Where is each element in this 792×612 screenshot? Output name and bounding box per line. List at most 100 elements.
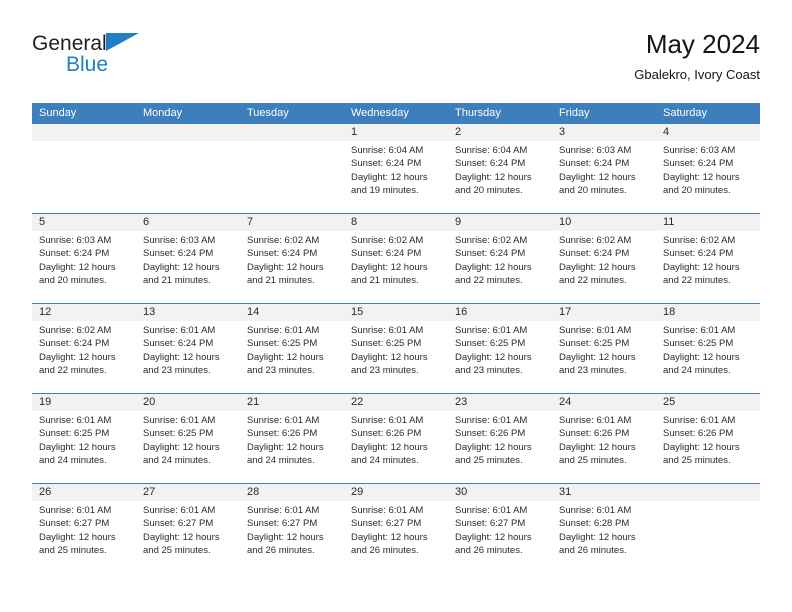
daylight-text-line1: Daylight: 12 hours — [455, 261, 532, 273]
sunset-text: Sunset: 6:25 PM — [455, 338, 526, 350]
sunset-text: Sunset: 6:26 PM — [663, 428, 734, 440]
calendar-week-row: 26 Sunrise: 6:01 AM Sunset: 6:27 PM Dayligh… — [32, 483, 760, 573]
weekday-header-monday: Monday — [143, 107, 183, 119]
day-sun-info: Sunrise: 6:01 AM Sunset: 6:27 PM Daylight:… — [136, 501, 240, 557]
calendar-day-cell[interactable]: 26 Sunrise: 6:01 AM Sunset: 6:27 PM Dayligh… — [32, 484, 136, 573]
weekday-header-wednesday: Wednesday — [351, 107, 409, 119]
calendar-day-cell[interactable]: 11 Sunrise: 6:02 AM Sunset: 6:24 PM Dayligh… — [656, 214, 760, 303]
page-subtitle: Gbalekro, Ivory Coast — [634, 67, 760, 82]
sunrise-text: Sunrise: 6:01 AM — [143, 505, 216, 516]
daylight-text-line1: Daylight: 12 hours — [247, 441, 324, 453]
calendar-day-cell[interactable]: 24 Sunrise: 6:01 AM Sunset: 6:26 PM Dayligh… — [552, 394, 656, 483]
calendar-day-cell[interactable]: 31 Sunrise: 6:01 AM Sunset: 6:28 PM Dayligh… — [552, 484, 656, 573]
sunset-text: Sunset: 6:26 PM — [351, 428, 422, 440]
weekday-header-friday: Friday — [559, 107, 590, 119]
day-number: 30 — [448, 484, 552, 501]
day-number — [136, 124, 240, 141]
calendar-day-cell[interactable]: 4 Sunrise: 6:03 AM Sunset: 6:24 PM Daylight… — [656, 124, 760, 213]
sunrise-text: Sunrise: 6:01 AM — [663, 325, 736, 336]
daylight-text-line1: Daylight: 12 hours — [559, 531, 636, 543]
day-number: 19 — [32, 394, 136, 411]
sunset-text: Sunset: 6:24 PM — [559, 158, 630, 170]
daylight-text-line1: Daylight: 12 hours — [143, 531, 220, 543]
calendar-day-cell[interactable]: 21 Sunrise: 6:01 AM Sunset: 6:26 PM Dayligh… — [240, 394, 344, 483]
page-title: May 2024 — [645, 29, 760, 59]
calendar-day-cell[interactable]: 17 Sunrise: 6:01 AM Sunset: 6:25 PM Dayligh… — [552, 304, 656, 393]
day-sun-info: Sunrise: 6:01 AM Sunset: 6:25 PM Daylight:… — [448, 321, 552, 377]
daylight-text-line1: Daylight: 12 hours — [143, 441, 220, 453]
day-sun-info: Sunrise: 6:01 AM Sunset: 6:25 PM Daylight:… — [32, 411, 136, 467]
calendar-day-cell[interactable]: 10 Sunrise: 6:02 AM Sunset: 6:24 PM Dayligh… — [552, 214, 656, 303]
day-number: 12 — [32, 304, 136, 321]
sunrise-text: Sunrise: 6:03 AM — [143, 235, 216, 246]
calendar-day-cell[interactable]: 27 Sunrise: 6:01 AM Sunset: 6:27 PM Dayligh… — [136, 484, 240, 573]
day-number: 26 — [32, 484, 136, 501]
daylight-text-line1: Daylight: 12 hours — [663, 261, 740, 273]
day-number: 28 — [240, 484, 344, 501]
sunset-text: Sunset: 6:24 PM — [351, 248, 422, 260]
calendar-day-cell[interactable]: 8 Sunrise: 6:02 AM Sunset: 6:24 PM Daylight… — [344, 214, 448, 303]
calendar-day-cell[interactable]: 25 Sunrise: 6:01 AM Sunset: 6:26 PM Dayligh… — [656, 394, 760, 483]
calendar-day-cell-empty — [240, 124, 344, 213]
calendar-day-cell[interactable]: 22 Sunrise: 6:01 AM Sunset: 6:26 PM Dayligh… — [344, 394, 448, 483]
weekday-header-row: Sunday Monday Tuesday Wednesday Thursday… — [32, 103, 760, 124]
daylight-text-line2: and 23 minutes. — [559, 364, 627, 376]
day-number: 17 — [552, 304, 656, 321]
calendar-day-cell[interactable]: 1 Sunrise: 6:04 AM Sunset: 6:24 PM Daylight… — [344, 124, 448, 213]
day-sun-info: Sunrise: 6:01 AM Sunset: 6:27 PM Daylight:… — [240, 501, 344, 557]
calendar-day-cell[interactable]: 23 Sunrise: 6:01 AM Sunset: 6:26 PM Dayligh… — [448, 394, 552, 483]
calendar-day-cell[interactable]: 3 Sunrise: 6:03 AM Sunset: 6:24 PM Daylight… — [552, 124, 656, 213]
day-number: 18 — [656, 304, 760, 321]
daylight-text-line1: Daylight: 12 hours — [663, 171, 740, 183]
generalblue-logo[interactable]: General Blue — [32, 30, 212, 86]
sunset-text: Sunset: 6:24 PM — [663, 158, 734, 170]
calendar-day-cell-empty — [656, 484, 760, 573]
day-sun-info: Sunrise: 6:01 AM Sunset: 6:26 PM Daylight:… — [240, 411, 344, 467]
calendar-day-cell[interactable]: 9 Sunrise: 6:02 AM Sunset: 6:24 PM Daylight… — [448, 214, 552, 303]
calendar-day-cell[interactable]: 30 Sunrise: 6:01 AM Sunset: 6:27 PM Dayligh… — [448, 484, 552, 573]
sunrise-text: Sunrise: 6:01 AM — [351, 325, 424, 336]
sunset-text: Sunset: 6:24 PM — [247, 248, 318, 260]
day-number: 8 — [344, 214, 448, 231]
daylight-text-line2: and 21 minutes. — [351, 274, 419, 286]
day-number: 9 — [448, 214, 552, 231]
calendar-day-cell[interactable]: 7 Sunrise: 6:02 AM Sunset: 6:24 PM Daylight… — [240, 214, 344, 303]
calendar-day-cell[interactable]: 12 Sunrise: 6:02 AM Sunset: 6:24 PM Dayligh… — [32, 304, 136, 393]
calendar-day-cell[interactable]: 14 Sunrise: 6:01 AM Sunset: 6:25 PM Dayligh… — [240, 304, 344, 393]
sunset-text: Sunset: 6:24 PM — [39, 248, 110, 260]
daylight-text-line2: and 24 minutes. — [663, 364, 731, 376]
calendar-day-cell[interactable]: 19 Sunrise: 6:01 AM Sunset: 6:25 PM Dayligh… — [32, 394, 136, 483]
calendar-week-row: 19 Sunrise: 6:01 AM Sunset: 6:25 PM Dayligh… — [32, 393, 760, 483]
calendar-day-cell[interactable]: 2 Sunrise: 6:04 AM Sunset: 6:24 PM Daylight… — [448, 124, 552, 213]
calendar-day-cell[interactable]: 15 Sunrise: 6:01 AM Sunset: 6:25 PM Dayligh… — [344, 304, 448, 393]
sunset-text: Sunset: 6:25 PM — [247, 338, 318, 350]
daylight-text-line1: Daylight: 12 hours — [247, 531, 324, 543]
sunset-text: Sunset: 6:27 PM — [143, 518, 214, 530]
sunrise-text: Sunrise: 6:01 AM — [39, 415, 112, 426]
calendar-day-cell[interactable]: 28 Sunrise: 6:01 AM Sunset: 6:27 PM Dayligh… — [240, 484, 344, 573]
daylight-text-line1: Daylight: 12 hours — [39, 441, 116, 453]
calendar-day-cell[interactable]: 18 Sunrise: 6:01 AM Sunset: 6:25 PM Dayligh… — [656, 304, 760, 393]
daylight-text-line2: and 22 minutes. — [663, 274, 731, 286]
day-sun-info: Sunrise: 6:01 AM Sunset: 6:25 PM Daylight:… — [552, 321, 656, 377]
calendar-day-cell[interactable]: 16 Sunrise: 6:01 AM Sunset: 6:25 PM Dayligh… — [448, 304, 552, 393]
page-header: General Blue May 2024 Gbalekro, Ivory Co… — [32, 28, 760, 90]
daylight-text-line1: Daylight: 12 hours — [351, 531, 428, 543]
sunrise-text: Sunrise: 6:02 AM — [455, 235, 528, 246]
calendar-day-cell[interactable]: 6 Sunrise: 6:03 AM Sunset: 6:24 PM Daylight… — [136, 214, 240, 303]
daylight-text-line2: and 25 minutes. — [455, 454, 523, 466]
day-number: 25 — [656, 394, 760, 411]
day-number: 6 — [136, 214, 240, 231]
daylight-text-line2: and 25 minutes. — [39, 544, 107, 556]
daylight-text-line1: Daylight: 12 hours — [143, 261, 220, 273]
day-number — [656, 484, 760, 501]
sunset-text: Sunset: 6:26 PM — [455, 428, 526, 440]
calendar-day-cell[interactable]: 29 Sunrise: 6:01 AM Sunset: 6:27 PM Dayligh… — [344, 484, 448, 573]
sunrise-text: Sunrise: 6:01 AM — [247, 505, 320, 516]
daylight-text-line1: Daylight: 12 hours — [351, 261, 428, 273]
calendar-day-cell[interactable]: 5 Sunrise: 6:03 AM Sunset: 6:24 PM Daylight… — [32, 214, 136, 303]
calendar-day-cell[interactable]: 13 Sunrise: 6:01 AM Sunset: 6:24 PM Dayligh… — [136, 304, 240, 393]
day-sun-info: Sunrise: 6:01 AM Sunset: 6:25 PM Daylight:… — [136, 411, 240, 467]
calendar-day-cell[interactable]: 20 Sunrise: 6:01 AM Sunset: 6:25 PM Dayligh… — [136, 394, 240, 483]
sunrise-text: Sunrise: 6:04 AM — [351, 145, 424, 156]
